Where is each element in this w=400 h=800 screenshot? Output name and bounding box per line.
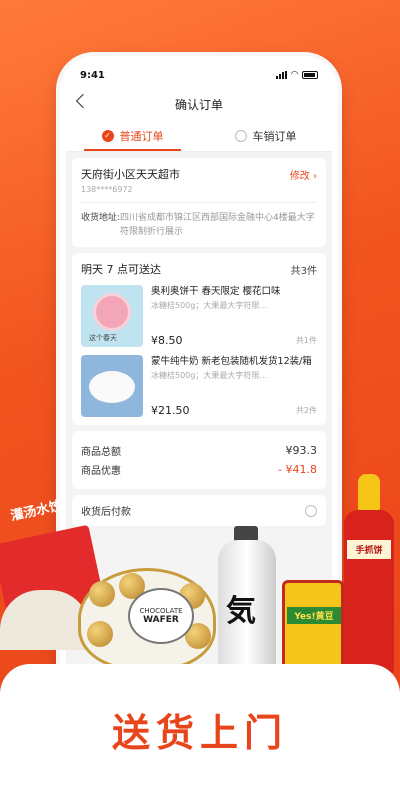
divider [81, 202, 317, 203]
product-name: 蒙牛纯牛奶 新老包装随机发货12装/箱 [151, 356, 312, 367]
thumb-caption: 这个春天 [89, 334, 117, 342]
list-item[interactable]: 这个春天 奥利奥饼干 春天限定 樱花口味 冰糖桔500g；大果最大字符限... … [81, 285, 317, 347]
sauce-bottle: 手抓饼 [344, 474, 394, 674]
tab-normal-order[interactable]: ✓ 普通订单 [66, 120, 199, 151]
signal-icon [276, 71, 288, 79]
status-icons: ◠ [276, 70, 318, 80]
product-spec: 冰糖桔500g；大果最大字符限... [151, 371, 267, 380]
product-spec: 冰糖桔500g；大果最大字符限... [151, 301, 267, 310]
page-title: 确认订单 [174, 97, 223, 112]
list-item[interactable]: 蒙牛纯牛奶 新老包装随机发货12装/箱 冰糖桔500g；大果最大字符限... ¥… [81, 355, 317, 417]
bottom-banner: 送货上门 [0, 664, 400, 800]
phone-notch [138, 62, 260, 82]
shop-card: 天府街小区天天超市 修改 › 138****6972 收货地址: 四川省成都市锦… [72, 158, 326, 247]
total-label: 商品总额 [81, 447, 121, 458]
wifi-icon: ◠ [291, 70, 298, 80]
wafer-logo: CHOCOLATE WAFER [128, 588, 194, 644]
address-row: 收货地址: 四川省成都市锦江区西部国际金融中心4楼最大字符限制折行展示 [81, 211, 317, 239]
milk-graphic [89, 371, 135, 403]
delivery-time: 明天 7 点可送达 [81, 263, 161, 276]
tab-van-order[interactable]: 车销订单 [199, 120, 332, 151]
bottle-label: 気 [226, 594, 256, 629]
total-value: ¥93.3 [285, 444, 318, 457]
drink-bottle: 気 [216, 526, 278, 676]
product-qty: 共1件 [295, 336, 317, 345]
cake-graphic [93, 293, 131, 331]
product-qty: 共2件 [295, 406, 317, 415]
shop-phone: 138****6972 [81, 185, 133, 194]
tab-label: 车销订单 [252, 129, 297, 143]
back-arrow-icon[interactable] [75, 93, 91, 109]
address-label: 收货地址: [81, 213, 121, 223]
sauce-label: 手抓饼 [347, 540, 391, 559]
product-price: ¥21.50 [151, 404, 190, 417]
product-price: ¥8.50 [151, 334, 183, 347]
radio-icon [234, 129, 247, 142]
tab-label: 普通订单 [119, 129, 164, 143]
product-name: 奥利奥饼干 春天限定 樱花口味 [151, 286, 281, 297]
item-total-count: 共3件 [290, 265, 317, 277]
product-image: 这个春天 [81, 285, 143, 347]
battery-icon [302, 71, 318, 79]
wafer-text: WAFER [143, 615, 179, 625]
status-time: 9:41 [80, 69, 105, 81]
dumpling-bag-label: 灌汤水饺 [9, 498, 64, 525]
check-icon: ✓ [101, 129, 114, 142]
product-image [81, 355, 143, 417]
delivery-card: 明天 7 点可送达 共3件 这个春天 奥利奥饼干 春天限定 樱花口味 冰糖桔50… [72, 253, 326, 425]
jar-label: Yes!黄豆 [287, 607, 341, 624]
sauce-jar: Yes!黄豆 [282, 580, 344, 670]
shop-name: 天府街小区天天超市 [81, 168, 180, 181]
order-type-tabs: ✓ 普通订单 车销订单 [66, 120, 332, 152]
edit-button[interactable]: 修改 › [290, 167, 317, 182]
nav-bar: 确认订单 [66, 88, 332, 120]
wafer-text: CHOCOLATE [139, 607, 183, 615]
address-value: 四川省成都市锦江区西部国际金融中心4楼最大字符限制折行展示 [120, 213, 315, 237]
slogan: 送货上门 [111, 710, 288, 755]
